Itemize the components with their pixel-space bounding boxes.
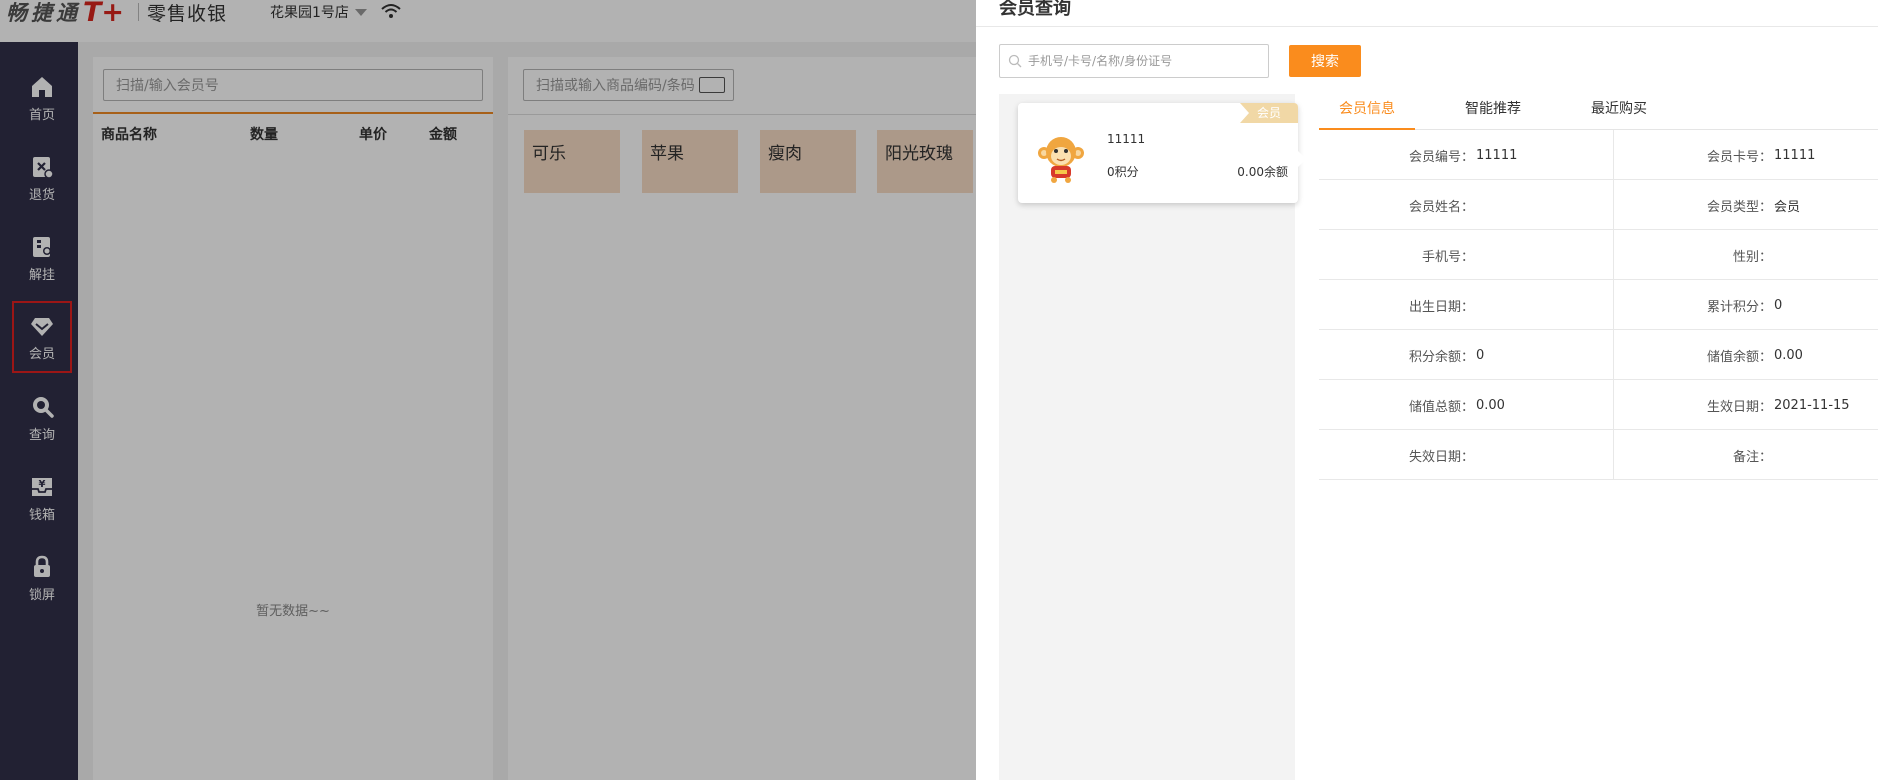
field-value: 会员	[1774, 199, 1801, 215]
modal-overlay[interactable]	[0, 0, 976, 780]
field-value: 0.00	[1774, 347, 1803, 363]
field-value: 0.00	[1476, 397, 1505, 413]
field-label: 性别：	[1732, 249, 1772, 265]
field-label: 备注：	[1732, 449, 1772, 465]
field-label: 累计积分：	[1706, 299, 1772, 315]
field-value: 0	[1774, 297, 1783, 313]
member-card-balance: 0.00余额	[1237, 165, 1288, 179]
field-label: 会员类型：	[1706, 199, 1772, 215]
member-search-box[interactable]	[999, 44, 1269, 78]
field-label: 失效日期：	[1408, 449, 1474, 465]
field-label: 会员姓名：	[1408, 199, 1474, 215]
member-result-list: 会员 11111 0积分 0.00余额	[999, 94, 1306, 780]
info-row: 积分余额： 0 储值余额： 0.00	[1319, 330, 1878, 380]
field-member-number: 会员编号： 11111	[1319, 130, 1613, 180]
member-search-input[interactable]	[1028, 54, 1258, 68]
field-value: 0	[1476, 347, 1485, 363]
field-label: 会员编号：	[1408, 149, 1474, 165]
info-row: 出生日期： 累计积分： 0	[1319, 280, 1878, 330]
field-remark: 备注：	[1613, 430, 1878, 480]
field-card-number: 会员卡号： 11111	[1613, 130, 1878, 180]
info-row: 手机号： 性别：	[1319, 230, 1878, 280]
field-label: 生效日期：	[1706, 399, 1772, 415]
member-query-drawer: 会员查询 搜索 会员 11111	[976, 0, 1878, 780]
field-label: 手机号：	[1421, 249, 1474, 265]
field-value: 11111	[1476, 147, 1518, 163]
info-row: 失效日期： 备注：	[1319, 430, 1878, 480]
field-total-points: 累计积分： 0	[1613, 280, 1878, 330]
tab-smart-recommend[interactable]: 智能推荐	[1445, 96, 1541, 130]
card-pointer	[1298, 151, 1306, 167]
field-label: 积分余额：	[1408, 349, 1474, 365]
info-row: 会员姓名： 会员类型： 会员	[1319, 180, 1878, 230]
field-phone: 手机号：	[1319, 230, 1613, 280]
field-points-balance: 积分余额： 0	[1319, 330, 1613, 380]
field-value: 2021-11-15	[1774, 397, 1850, 413]
drawer-title: 会员查询	[999, 0, 1071, 19]
field-label: 储值总额：	[1408, 399, 1474, 415]
field-effective-date: 生效日期： 2021-11-15	[1613, 380, 1878, 430]
monkey-avatar-icon	[1038, 137, 1084, 183]
member-type-tag: 会员	[1240, 103, 1298, 123]
field-stored-balance: 储值余额： 0.00	[1613, 330, 1878, 380]
field-stored-total: 储值总额： 0.00	[1319, 380, 1613, 430]
field-member-type: 会员类型： 会员	[1613, 180, 1878, 230]
field-value: 11111	[1774, 147, 1816, 163]
search-button[interactable]: 搜索	[1289, 45, 1361, 77]
info-row: 储值总额： 0.00 生效日期： 2021-11-15	[1319, 380, 1878, 430]
field-label: 出生日期：	[1408, 299, 1474, 315]
field-birth-date: 出生日期：	[1319, 280, 1613, 330]
member-card[interactable]: 会员 11111 0积分 0.00余额	[1018, 103, 1306, 203]
field-label: 会员卡号：	[1706, 149, 1772, 165]
field-member-name: 会员姓名：	[1319, 180, 1613, 230]
tab-member-info[interactable]: 会员信息	[1319, 96, 1415, 130]
tab-recent-purchase[interactable]: 最近购买	[1571, 96, 1667, 130]
field-expiry-date: 失效日期：	[1319, 430, 1613, 480]
member-detail-tabs: 会员信息 智能推荐 最近购买	[1319, 96, 1878, 130]
member-card-name: 11111	[1107, 132, 1146, 146]
field-gender: 性别：	[1613, 230, 1878, 280]
field-label: 储值余额：	[1706, 349, 1772, 365]
title-divider	[976, 26, 1878, 27]
search-icon	[1008, 54, 1022, 68]
info-row: 会员编号： 11111 会员卡号： 11111	[1319, 130, 1878, 180]
member-info-grid: 会员编号： 11111 会员卡号： 11111 会员姓名： 会员类型： 会员 手机号：…	[1319, 130, 1878, 480]
member-card-points: 0积分	[1107, 165, 1139, 179]
pos-screen: 畅捷通 T+ 零售收银 花果园1号店 首页 退货 解挂 会员 查询 ¥ 钱箱 锁…	[0, 0, 976, 780]
